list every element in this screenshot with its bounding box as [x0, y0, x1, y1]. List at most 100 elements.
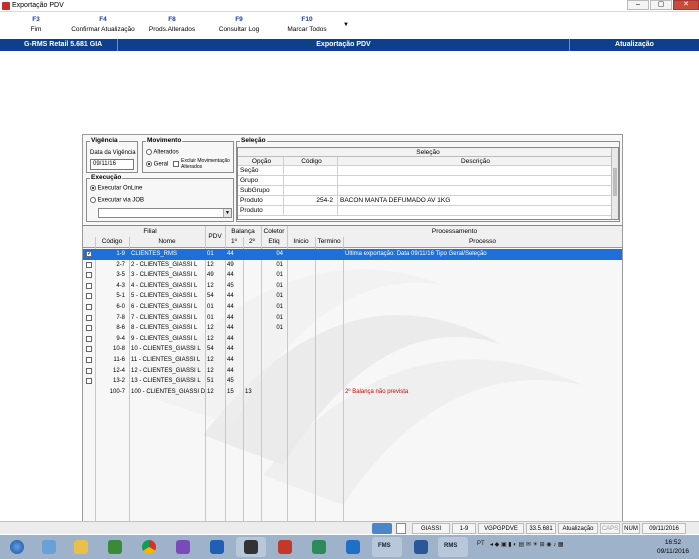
row-checkbox[interactable]	[86, 357, 92, 363]
taskbar-app-3[interactable]	[100, 537, 130, 557]
row-checkbox[interactable]	[86, 378, 92, 385]
selecao-row[interactable]: Seção	[238, 166, 618, 176]
app-green-icon	[312, 540, 326, 554]
taskbar-chrome[interactable]	[134, 537, 164, 557]
vigencia-date-input[interactable]: 09/11/16	[90, 159, 134, 170]
selecao-row[interactable]: Grupo	[238, 176, 618, 186]
taskbar-outlook[interactable]	[202, 537, 232, 557]
prods-alterados-button[interactable]: F8 Prods.Alterados	[144, 16, 200, 33]
selecao-codigo-cell	[284, 176, 338, 185]
table-row[interactable]: 10-8 10 - CLIENTES_GIASSI L 54 44	[83, 344, 622, 355]
prods-label: Prods.Alterados	[148, 26, 196, 33]
executar-job-radio[interactable]: Executar via JOB	[90, 197, 144, 204]
taskbar-fms-1[interactable]: FMS	[372, 537, 402, 557]
row-checkbox[interactable]	[86, 261, 92, 268]
row-checkbox[interactable]	[86, 272, 92, 279]
balanca-1-cell: 44	[227, 251, 234, 257]
nome-cell: 100 - CLIENTES_GIASSI D	[131, 388, 205, 395]
pdv-cell: 12	[207, 335, 214, 342]
fim-button[interactable]: F3 Fim	[22, 16, 50, 33]
codigo-cell: 5-1	[116, 293, 125, 300]
excluir-movimentacao-checkbox[interactable]	[173, 161, 179, 167]
table-row[interactable]: 1-9 CLIENTES_RMS 01 44 04 Última exportação: …	[83, 249, 622, 260]
taskbar-word[interactable]	[406, 537, 436, 557]
chevron-down-icon[interactable]: ▼	[223, 209, 231, 217]
clock-date: 09/11/2016	[656, 548, 690, 555]
alterados-label: Alterados	[153, 149, 179, 156]
taskbar-app-8[interactable]	[270, 537, 300, 557]
row-checkbox[interactable]	[86, 346, 92, 353]
close-button[interactable]: ✕	[673, 0, 699, 10]
processo-cell: Última exportação: Data 09/11/16 Tipo Ge…	[345, 251, 487, 257]
taskbar-fms-2[interactable]: RMS	[438, 537, 468, 557]
fms-label-1: FMS	[378, 543, 391, 549]
vigencia-legend: Vigência	[90, 137, 119, 144]
table-row[interactable]: 6-0 6 - CLIENTES_GIASSI L 01 44 01	[83, 302, 622, 313]
balanca-1-cell: 44	[227, 314, 234, 321]
selecao-row[interactable]: Produto	[238, 206, 618, 216]
table-row[interactable]: 12-4 12 - CLIENTES_GIASSI L 12 44	[83, 366, 622, 377]
pdv-cell: 54	[207, 346, 214, 353]
infinity-icon	[176, 540, 190, 554]
pdv-cell: 12	[207, 388, 214, 395]
row-checkbox[interactable]	[86, 367, 92, 374]
consultar-label: Consultar Log	[218, 26, 260, 33]
executar-online-radio[interactable]: Executar OnLine	[90, 185, 142, 192]
minimize-button[interactable]: –	[627, 0, 649, 10]
table-row[interactable]: 8-6 8 - CLIENTES_GIASSI L 12 44 01	[83, 323, 622, 334]
table-row[interactable]: 11-6 11 - CLIENTES_GIASSI L 12 44	[83, 355, 622, 366]
taskbar-app-5[interactable]	[168, 537, 198, 557]
selecao-scrollbar[interactable]	[611, 148, 618, 219]
codigo-cell: 6-0	[116, 304, 125, 310]
nome-cell: 12 - CLIENTES_GIASSI L	[131, 367, 201, 374]
row-checkbox[interactable]	[86, 251, 92, 257]
nome-col-header: Nome	[158, 238, 176, 245]
row-checkbox[interactable]	[86, 335, 92, 342]
job-select[interactable]	[98, 208, 232, 218]
geral-radio[interactable]: Geral	[146, 161, 168, 168]
balanca-1-cell: 44	[227, 367, 234, 374]
row-checkbox[interactable]	[86, 304, 92, 310]
taskbar-explorer[interactable]	[66, 537, 96, 557]
start-button[interactable]	[2, 537, 32, 557]
taskbar-app-9[interactable]	[304, 537, 334, 557]
balanca-1-cell: 44	[227, 293, 234, 300]
taskbar-app-7[interactable]	[236, 537, 266, 557]
row-checkbox[interactable]	[86, 314, 92, 321]
app-blue-icon	[346, 540, 360, 554]
selecao-row[interactable]: SubGrupo	[238, 186, 618, 196]
alterados-radio[interactable]: Alterados	[146, 149, 179, 156]
app-icon-green	[108, 540, 122, 554]
processo-cell: 2º Balança não prevista	[345, 388, 409, 395]
export-panel: Vigência Data da Vigência 09/11/16 Movim…	[82, 134, 623, 530]
row-checkbox[interactable]	[86, 293, 92, 300]
row-checkbox[interactable]	[86, 325, 92, 332]
table-row[interactable]: 100-7 100 - CLIENTES_GIASSI D 12 15 13 2º Bal…	[83, 387, 622, 398]
table-row[interactable]: 4-3 4 - CLIENTES_GIASSI L 12 45 01	[83, 281, 622, 292]
confirmar-atualizacao-button[interactable]: F4 Confirmar Atualização	[66, 16, 140, 33]
table-row[interactable]: 13-2 13 - CLIENTES_GIASSI L 51 45	[83, 376, 622, 387]
selecao-opcao-cell: SubGrupo	[238, 186, 284, 195]
taskbar-search-app[interactable]	[34, 537, 64, 557]
etiq-cell: 01	[276, 304, 283, 310]
marcar-todos-button[interactable]: F10 Marcar Todos	[281, 16, 333, 33]
row-checkbox[interactable]	[86, 282, 92, 289]
taskbar-clock[interactable]: 16:52 09/11/2016	[649, 538, 697, 556]
nome-cell: 6 - CLIENTES_GIASSI L	[131, 304, 198, 310]
toolbar-more-icon[interactable]: ▼	[343, 22, 349, 28]
table-row[interactable]: 7-8 7 - CLIENTES_GIASSI L 01 44 01	[83, 313, 622, 324]
selecao-row[interactable]: Produto 254-2 BACON MANTA DEFUMADO AV 1KG	[238, 196, 618, 206]
taskbar-app-10[interactable]	[338, 537, 368, 557]
pdv-cell: 12	[207, 367, 214, 374]
table-row[interactable]: 5-1 5 - CLIENTES_GIASSI L 54 44 01	[83, 291, 622, 302]
selecao-codigo-cell	[284, 186, 338, 195]
table-row[interactable]: 2-7 2 - CLIENTES_GIASSI L 12 49 01	[83, 260, 622, 271]
selecao-scroll-thumb[interactable]	[613, 168, 617, 196]
tray-language[interactable]: PT	[477, 541, 485, 547]
folder-icon	[74, 540, 88, 554]
maximize-button[interactable]: ▢	[650, 0, 672, 10]
consultar-log-button[interactable]: F9 Consultar Log	[214, 16, 264, 33]
table-row[interactable]: 3-5 3 - CLIENTES_GIASSI L 49 44 01	[83, 270, 622, 281]
nome-cell: 11 - CLIENTES_GIASSI L	[131, 357, 201, 363]
table-row[interactable]: 9-4 9 - CLIENTES_GIASSI L 12 44	[83, 334, 622, 345]
